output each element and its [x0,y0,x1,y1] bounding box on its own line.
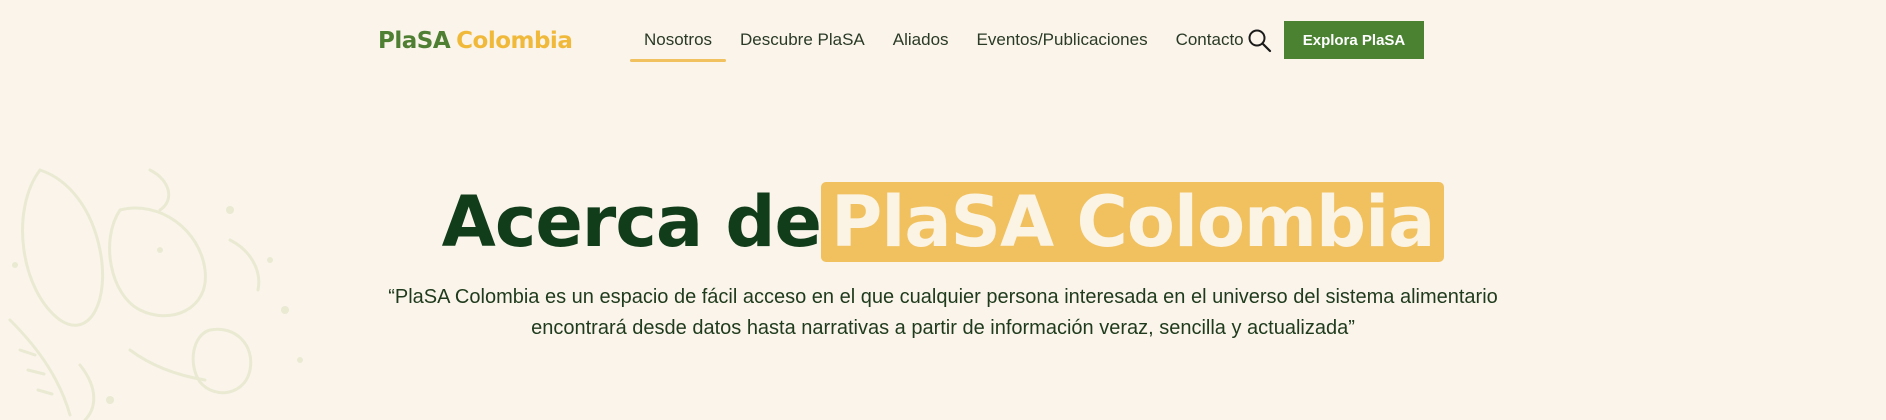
title-text: Acerca de [441,181,822,263]
logo[interactable]: PlaSA Colombia [378,26,573,56]
logo-text-plasa: PlaSA [378,28,451,54]
search-button[interactable] [1246,27,1274,55]
quote-line-1: “PlaSA Colombia es un espacio de fácil a… [388,286,1498,308]
hero-quote: “PlaSA Colombia es un espacio de fácil a… [0,282,1886,344]
site-header: PlaSA Colombia Nosotros Descubre PlaSA Al… [0,0,1886,82]
page-title: Acerca de PlaSA Colombia [0,182,1886,262]
nav-item-eventos-publicaciones[interactable]: Eventos/Publicaciones [963,20,1162,62]
logo-text-colombia: Colombia [456,28,573,54]
nav-item-aliados[interactable]: Aliados [879,20,963,62]
nav-item-nosotros[interactable]: Nosotros [630,20,727,62]
quote-line-2: encontrará desde datos hasta narrativas … [531,317,1355,339]
search-icon [1248,29,1272,53]
explora-plasa-button[interactable]: Explora PlaSA [1284,21,1424,59]
main-nav: Nosotros Descubre PlaSA Aliados Eventos/… [630,20,1258,62]
nav-item-contacto[interactable]: Contacto [1162,20,1258,62]
title-highlight: PlaSA Colombia [821,182,1445,262]
nav-item-descubre-plasa[interactable]: Descubre PlaSA [726,20,879,62]
